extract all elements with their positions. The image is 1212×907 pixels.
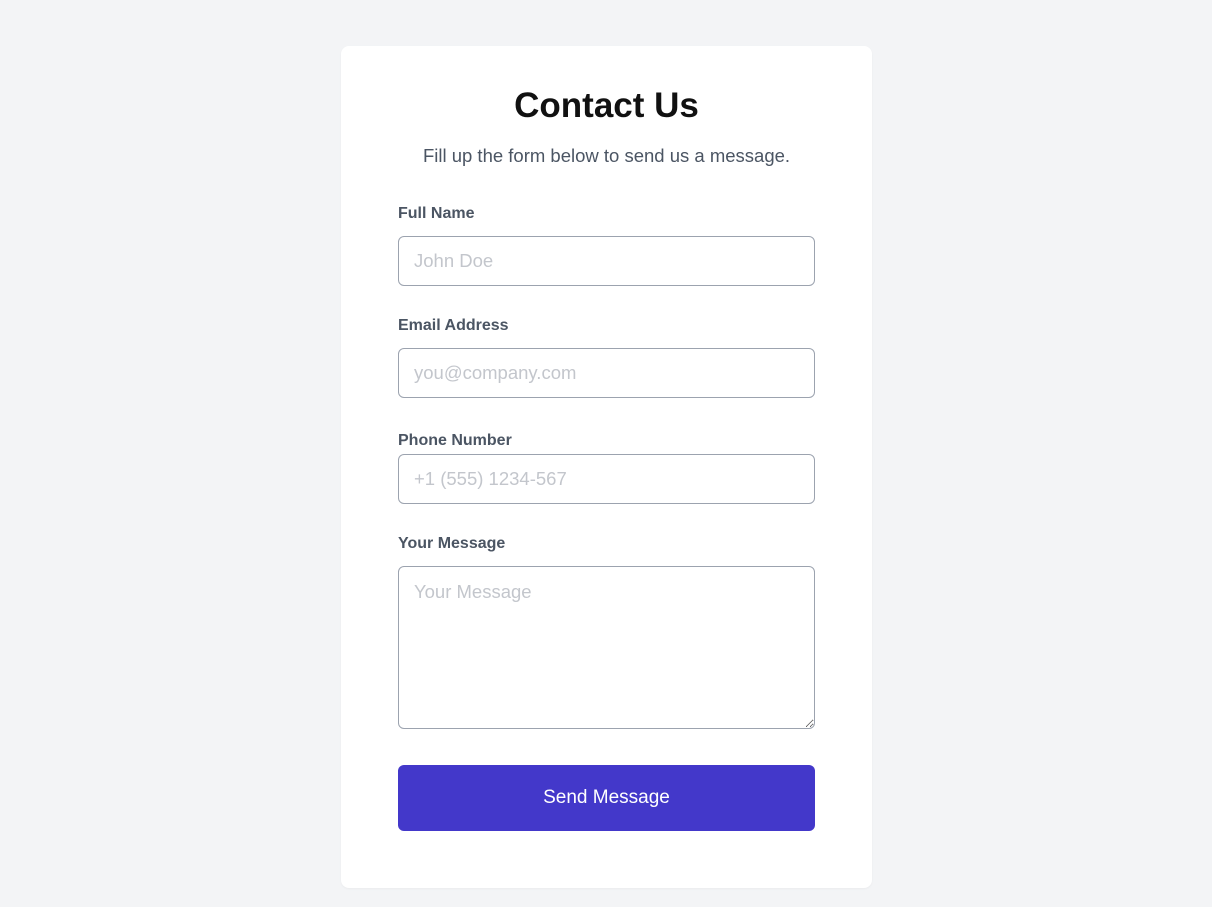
phone-number-input[interactable] bbox=[398, 454, 815, 504]
page-title: Contact Us bbox=[514, 86, 699, 125]
full-name-input[interactable] bbox=[398, 236, 815, 286]
email-address-label: Email Address bbox=[398, 317, 509, 334]
contact-form-card: Contact Us Fill up the form below to sen… bbox=[341, 46, 872, 888]
full-name-label: Full Name bbox=[398, 205, 475, 222]
send-message-button[interactable]: Send Message bbox=[398, 765, 815, 831]
email-address-input[interactable] bbox=[398, 348, 815, 398]
page-subtitle: Fill up the form below to send us a mess… bbox=[422, 145, 791, 166]
message-textarea[interactable] bbox=[398, 566, 815, 729]
message-label: Your Message bbox=[398, 535, 506, 552]
phone-number-label: Phone Number bbox=[398, 432, 512, 449]
